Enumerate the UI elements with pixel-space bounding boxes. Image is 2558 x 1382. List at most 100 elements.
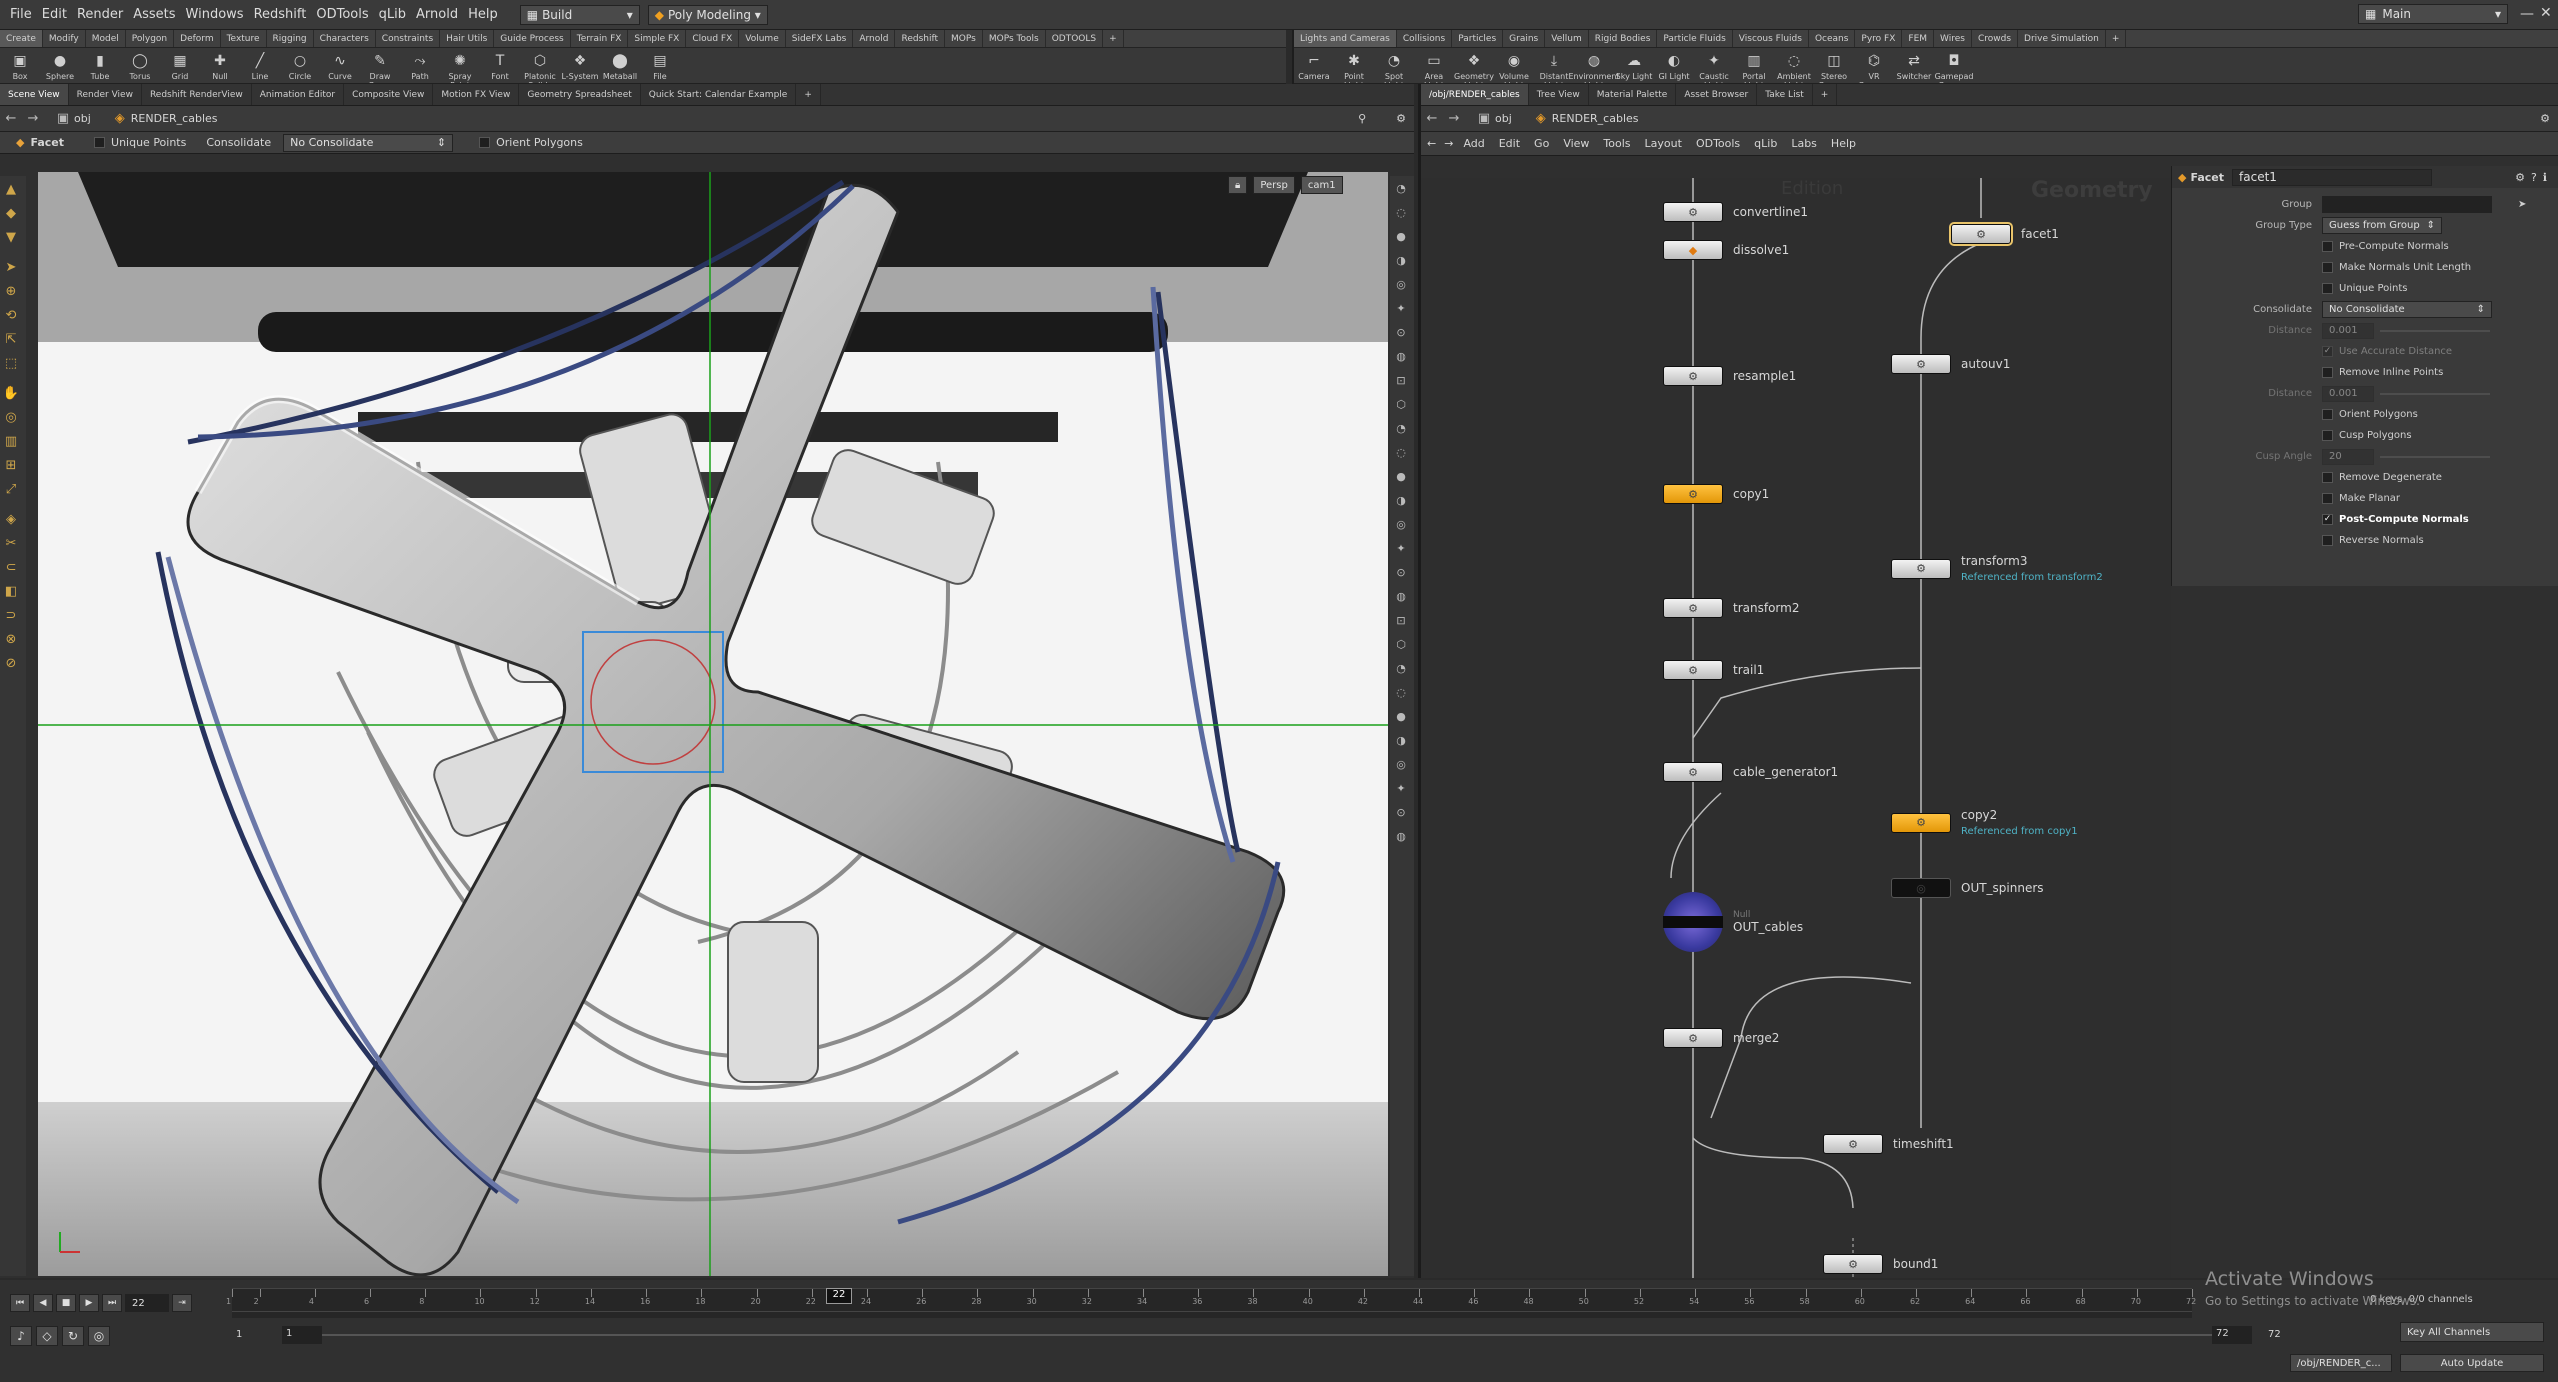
display-option-26-icon[interactable]: ⊙	[1390, 800, 1412, 824]
status-path-field[interactable]: /obj/RENDER_c...	[2290, 1354, 2392, 1372]
node-body[interactable]: ⚙	[1663, 598, 1723, 618]
menu-help[interactable]: Help	[468, 7, 498, 22]
consolidate-param-dropdown[interactable]: No Consolidate ⇕	[2322, 301, 2492, 318]
viewport-tool-10-icon[interactable]: ▥	[0, 430, 22, 452]
net-menu-layout[interactable]: Layout	[1645, 137, 1682, 150]
auto-update-button[interactable]: Auto Update	[2400, 1354, 2544, 1372]
display-option-11-icon[interactable]: ◌	[1390, 440, 1412, 464]
forward-arrow-icon[interactable]: →	[1444, 137, 1453, 150]
play-reverse-icon[interactable]: ◀	[33, 1294, 53, 1312]
node-body[interactable]: ⚙	[1663, 484, 1723, 504]
tool-vr-camera[interactable]: ⌬ VR Camera	[1854, 52, 1894, 83]
shelf-tab-crowds[interactable]: Crowds	[1972, 30, 2019, 47]
node-timeshift1[interactable]: ⚙ timeshift1	[1823, 1134, 1954, 1154]
step-icon[interactable]: ⇥	[172, 1294, 192, 1312]
tool-portal-light[interactable]: ▥ Portal Light	[1734, 52, 1774, 83]
tool-file[interactable]: ▤ File	[640, 52, 680, 81]
menu-arnold[interactable]: Arnold	[416, 7, 458, 22]
add-shelf-tab-icon[interactable]: +	[2106, 30, 2127, 47]
forward-arrow-icon[interactable]: →	[1443, 111, 1465, 126]
loop-icon[interactable]: ↻	[62, 1326, 84, 1346]
tool-gamepad-camera[interactable]: ◘ Gamepad Camera	[1934, 52, 1974, 83]
node-autouv1[interactable]: ⚙ autouv1	[1891, 354, 2010, 374]
tool-l-system[interactable]: ❖ L-System	[560, 52, 600, 81]
realtime-icon[interactable]: ◎	[88, 1326, 110, 1346]
display-option-23-icon[interactable]: ◑	[1390, 728, 1412, 752]
make-unit-checkbox[interactable]	[2322, 262, 2333, 273]
slider-track[interactable]	[2380, 329, 2490, 332]
workspace-selector[interactable]: ▦ Main ▾	[2358, 4, 2508, 24]
shelf-tab-pyro-fx[interactable]: Pyro FX	[1855, 30, 1903, 47]
pane-tab-take-list[interactable]: Take List	[1757, 84, 1813, 105]
net-menu-add[interactable]: Add	[1463, 137, 1484, 150]
tool-area-light[interactable]: ▭ Area Light	[1414, 52, 1454, 83]
shelf-tab-mops[interactable]: MOPs	[945, 30, 983, 47]
viewport-tool-0-icon[interactable]: ▲	[0, 178, 22, 200]
node-copy2[interactable]: ⚙ copy2 Referenced from copy1	[1891, 808, 2078, 837]
viewport-tool-1-icon[interactable]: ◆	[0, 202, 22, 224]
display-option-16-icon[interactable]: ⊙	[1390, 560, 1412, 584]
shelf-tab-redshift[interactable]: Redshift	[895, 30, 946, 47]
node-cable-generator1[interactable]: ⚙ cable_generator1	[1663, 762, 1838, 782]
tool-environment-light[interactable]: ◍ Environment Light	[1568, 52, 1619, 83]
playback-start-field[interactable]: 1	[282, 1326, 322, 1344]
viewport-tool-9-icon[interactable]: ◎	[0, 406, 22, 428]
remove-degenerate-checkbox[interactable]	[2322, 472, 2333, 483]
shelf-tab-terrain-fx[interactable]: Terrain FX	[571, 30, 629, 47]
display-option-15-icon[interactable]: ✦	[1390, 536, 1412, 560]
viewport-tool-19-icon[interactable]: ⊘	[0, 652, 22, 674]
3d-viewport[interactable]: 🔒︎ Persp cam1	[38, 172, 1388, 1276]
tool-sphere[interactable]: ● Sphere	[40, 52, 80, 81]
tool-metaball[interactable]: ⬤ Metaball	[600, 52, 640, 81]
net-menu-qlib[interactable]: qLib	[1754, 137, 1777, 150]
net-path-render-cables[interactable]: RENDER_cables	[1552, 112, 1639, 125]
forward-arrow-icon[interactable]: →	[22, 111, 44, 126]
audio-icon[interactable]: ♪	[10, 1326, 32, 1346]
display-option-25-icon[interactable]: ✦	[1390, 776, 1412, 800]
tool-curve[interactable]: ∿ Curve	[320, 52, 360, 81]
node-body[interactable]: ⚙	[1891, 354, 1951, 374]
minimize-icon[interactable]: —	[2520, 6, 2534, 22]
tool-circle[interactable]: ○ Circle	[280, 52, 320, 81]
key-all-channels-button[interactable]: Key All Channels	[2400, 1322, 2544, 1342]
viewport-tool-18-icon[interactable]: ⊗	[0, 628, 22, 650]
menu-qlib[interactable]: qLib	[379, 7, 406, 22]
viewport-tool-2-icon[interactable]: ▼	[0, 226, 22, 248]
viewport-tool-12-icon[interactable]: ⤢	[0, 478, 22, 500]
pane-tab-render-view[interactable]: Render View	[69, 84, 142, 105]
tool-camera[interactable]: ⌐ Camera	[1294, 52, 1334, 81]
path-render-cables[interactable]: RENDER_cables	[131, 112, 218, 125]
timeline-ruler[interactable]: 1 2 4 6 8 10 12 14 16 18 20 22 24 26 28 30 32 34 36 38 40 42 4…	[226, 1288, 2196, 1318]
shelf-tab-volume[interactable]: Volume	[739, 30, 786, 47]
remove-inline-checkbox[interactable]	[2322, 367, 2333, 378]
settings-icon[interactable]: ⚙	[1396, 112, 1406, 125]
display-option-14-icon[interactable]: ◎	[1390, 512, 1412, 536]
close-icon[interactable]: ✕	[2540, 5, 2552, 21]
null-node-body[interactable]	[1663, 892, 1723, 952]
node-trail1[interactable]: ⚙ trail1	[1663, 660, 1764, 680]
node-body[interactable]: ⚙	[1949, 222, 2013, 246]
display-option-10-icon[interactable]: ◔	[1390, 416, 1412, 440]
group-type-dropdown[interactable]: Guess from Group ⇕	[2322, 217, 2442, 234]
tool-path[interactable]: ⤳ Path	[400, 52, 440, 81]
slider-track[interactable]	[2380, 455, 2490, 458]
display-option-2-icon[interactable]: ●	[1390, 224, 1412, 248]
pane-tab-scene-view[interactable]: Scene View	[0, 84, 69, 105]
node-resample1[interactable]: ⚙ resample1	[1663, 366, 1796, 386]
consolidate-dropdown[interactable]: No Consolidate ⇕	[283, 133, 454, 152]
pane-tab-quick-start-calendar-example[interactable]: Quick Start: Calendar Example	[641, 84, 797, 105]
stop-icon[interactable]: ■	[56, 1294, 76, 1312]
post-compute-checkbox[interactable]: ✓	[2322, 514, 2333, 525]
menu-render[interactable]: Render	[77, 7, 123, 22]
node-body[interactable]: ⚙	[1663, 202, 1723, 222]
range-slider-track[interactable]	[322, 1334, 2212, 1336]
shelf-tab-wires[interactable]: Wires	[1934, 30, 1972, 47]
node-body[interactable]: ⚙	[1663, 1028, 1723, 1048]
play-icon[interactable]: ▶	[79, 1294, 99, 1312]
persp-menu[interactable]: Persp	[1253, 176, 1295, 194]
shelf-tab-characters[interactable]: Characters	[314, 30, 376, 47]
display-option-24-icon[interactable]: ◎	[1390, 752, 1412, 776]
shelf-tab-odtools[interactable]: ODTOOLS	[1046, 30, 1104, 47]
net-menu-view[interactable]: View	[1563, 137, 1589, 150]
net-path-obj[interactable]: obj	[1495, 112, 1512, 125]
